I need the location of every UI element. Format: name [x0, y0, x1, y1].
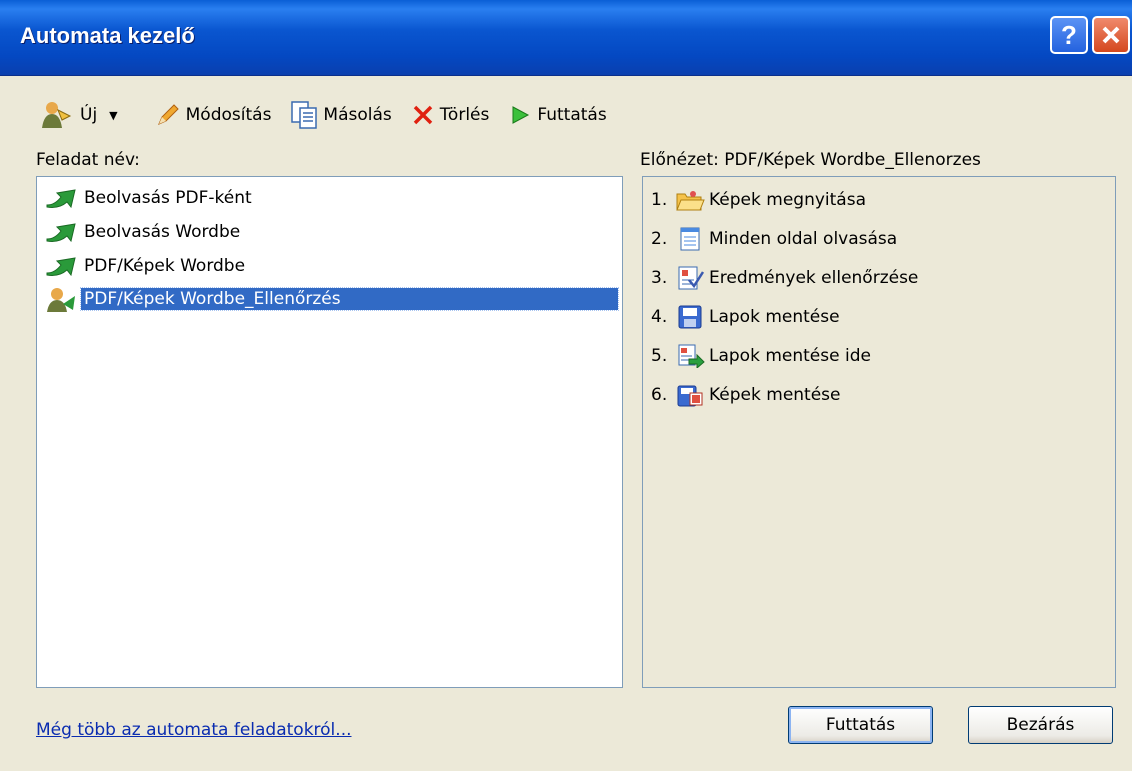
pencil-icon — [157, 104, 179, 125]
close-window-button[interactable] — [1092, 16, 1130, 54]
task-arrow-icon — [46, 189, 76, 209]
title-bar: Automata kezelő ? — [0, 0, 1132, 76]
preview-label: Előnézet: PDF/Képek Wordbe_Ellenorzes — [640, 150, 981, 170]
chevron-down-icon[interactable]: ▼ — [109, 109, 117, 122]
task-list[interactable]: Beolvasás PDF-ként Beolvasás Wordbe PDF/… — [36, 176, 623, 688]
close-button[interactable]: Bezárás — [968, 706, 1113, 744]
task-item-selected[interactable]: PDF/Képek Wordbe_Ellenőrzés — [45, 285, 619, 313]
task-item[interactable]: Beolvasás PDF-ként — [45, 184, 255, 212]
task-arrow-icon — [46, 223, 76, 243]
step-label: Minden oldal olvasása — [709, 229, 898, 249]
save-to-icon — [678, 344, 705, 368]
copy-icon — [291, 101, 318, 129]
custom-task-icon — [47, 288, 75, 312]
task-label: Beolvasás PDF-ként — [84, 188, 252, 208]
step-item: 1. Képek megnyitása — [651, 190, 866, 211]
task-label: Beolvasás Wordbe — [84, 222, 241, 242]
window-title: Automata kezelő — [20, 23, 195, 48]
open-folder-icon — [676, 191, 705, 211]
step-label: Képek megnyitása — [709, 190, 866, 210]
step-label: Képek mentése — [709, 385, 841, 405]
copy-button[interactable]: Másolás — [291, 101, 392, 129]
task-label: PDF/Képek Wordbe — [84, 256, 246, 276]
save-images-icon — [677, 385, 703, 407]
task-label: PDF/Képek Wordbe_Ellenőrzés — [80, 287, 619, 311]
task-arrow-icon — [46, 257, 76, 277]
edit-label: Módosítás — [185, 105, 272, 125]
new-task-icon — [42, 102, 72, 128]
play-icon — [512, 106, 530, 124]
close-icon — [1102, 26, 1120, 44]
step-item: 3. Eredmények ellenőrzése — [651, 266, 919, 290]
task-name-label: Feladat név: — [36, 150, 140, 170]
copy-label: Másolás — [323, 105, 392, 125]
read-page-icon — [680, 227, 700, 251]
step-label: Lapok mentése ide — [709, 346, 871, 366]
delete-x-icon — [413, 105, 433, 125]
step-item: 6. Képek mentése — [651, 385, 841, 407]
step-label: Eredmények ellenőrzése — [709, 268, 919, 288]
step-item: 5. Lapok mentése ide — [651, 344, 871, 368]
new-label: Új — [80, 105, 98, 125]
help-button[interactable]: ? — [1050, 16, 1088, 54]
task-item[interactable]: Beolvasás Wordbe — [45, 218, 243, 246]
delete-label: Törlés — [439, 105, 490, 125]
new-button[interactable]: Új ▼ — [40, 100, 136, 130]
more-info-link[interactable]: Még több az automata feladatokról... — [36, 720, 352, 740]
run-toolbar-button[interactable]: Futtatás — [509, 104, 607, 126]
task-item[interactable]: PDF/Képek Wordbe — [45, 252, 248, 280]
delete-button[interactable]: Törlés — [412, 104, 490, 126]
verify-icon — [678, 266, 705, 290]
run-button[interactable]: Futtatás — [788, 706, 933, 744]
preview-panel: 1. Képek megnyitása 2. Minden oldal olva… — [642, 176, 1116, 688]
step-item: 2. Minden oldal olvasása — [651, 227, 898, 251]
step-label: Lapok mentése — [709, 307, 840, 327]
save-disk-icon — [678, 305, 702, 329]
edit-button[interactable]: Módosítás — [156, 103, 272, 127]
step-item: 4. Lapok mentése — [651, 305, 840, 329]
run-label: Futtatás — [537, 105, 607, 125]
toolbar: Új ▼ Módosítás Másolás Törlés Futtatás — [40, 98, 627, 132]
